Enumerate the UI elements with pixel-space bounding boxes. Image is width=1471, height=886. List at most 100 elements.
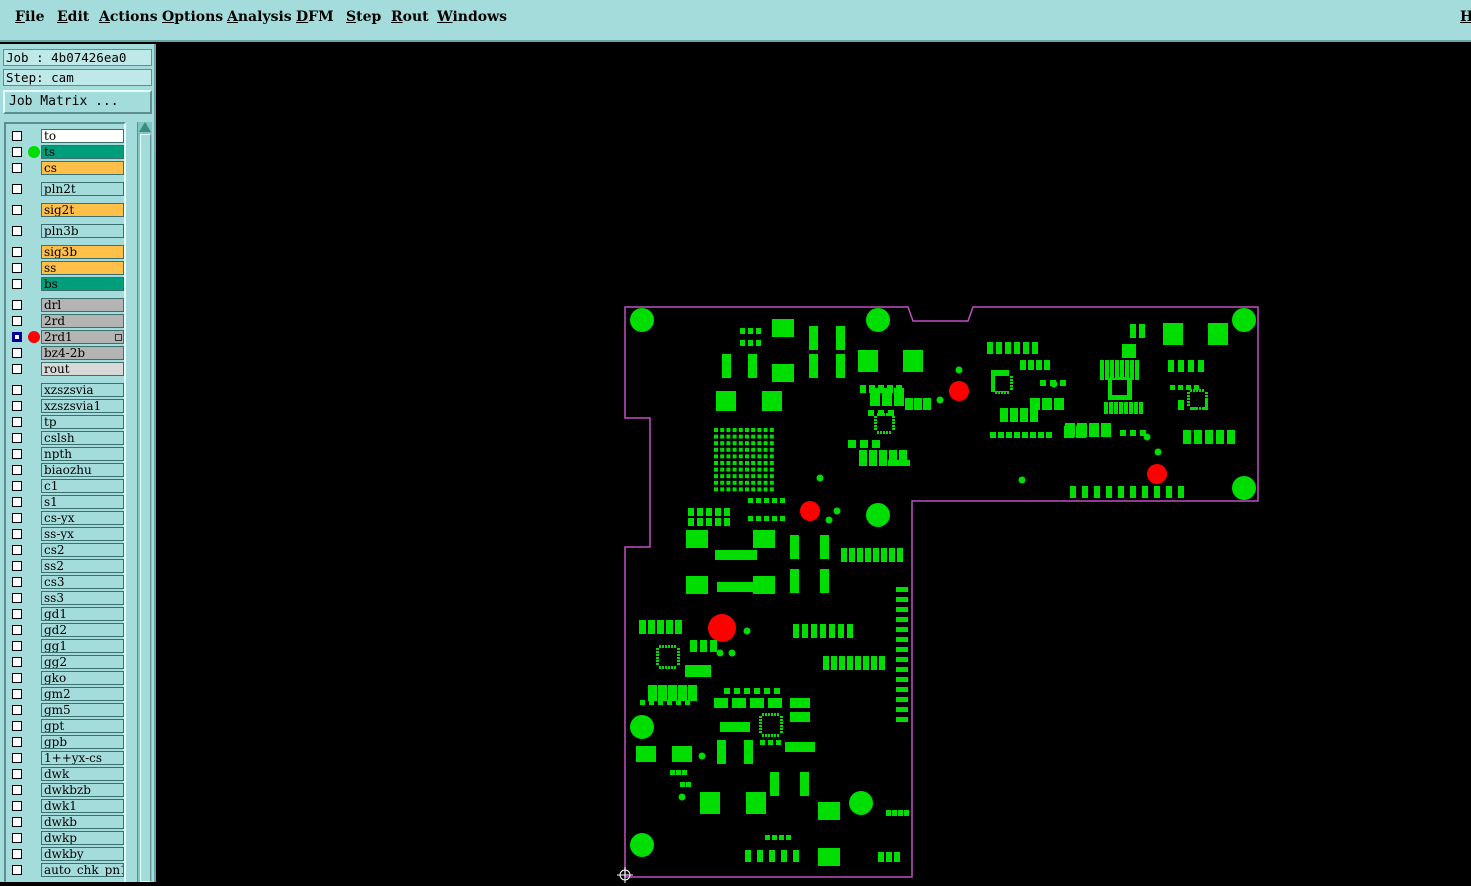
- layer-name[interactable]: c1: [41, 479, 124, 493]
- layer-row[interactable]: ss: [6, 260, 124, 276]
- menu-dfm[interactable]: DFM: [296, 9, 334, 25]
- layer-row[interactable]: bs: [6, 276, 124, 292]
- layer-row[interactable]: cs2: [6, 542, 124, 558]
- layer-row[interactable]: bz4-2b: [6, 345, 124, 361]
- layer-list-scrollbar[interactable]: [137, 122, 152, 882]
- layer-name[interactable]: gko: [41, 671, 124, 685]
- layer-checkbox[interactable]: [12, 609, 22, 619]
- layer-checkbox[interactable]: [12, 833, 22, 843]
- layer-checkbox[interactable]: [12, 385, 22, 395]
- layer-row[interactable]: to: [6, 128, 124, 144]
- layer-row[interactable]: gg2: [6, 654, 124, 670]
- layer-row[interactable]: dwk1: [6, 798, 124, 814]
- layer-name[interactable]: ss: [41, 261, 124, 275]
- layer-row[interactable]: biaozhu: [6, 462, 124, 478]
- layer-name[interactable]: gm5: [41, 703, 124, 717]
- layer-row[interactable]: cslsh: [6, 430, 124, 446]
- layer-name[interactable]: gd2: [41, 623, 124, 637]
- layer-name[interactable]: rout: [41, 362, 124, 376]
- layer-name[interactable]: ss2: [41, 559, 124, 573]
- layer-checkbox[interactable]: [12, 737, 22, 747]
- layer-row[interactable]: ts: [6, 144, 124, 160]
- menu-step[interactable]: Step: [346, 9, 381, 25]
- layer-name[interactable]: pln3b: [41, 224, 124, 238]
- layer-checkbox[interactable]: [12, 449, 22, 459]
- layer-checkbox[interactable]: [12, 163, 22, 173]
- layer-checkbox[interactable]: [12, 332, 22, 342]
- menu-windows[interactable]: Windows: [437, 9, 507, 25]
- layer-checkbox[interactable]: [12, 147, 22, 157]
- layer-checkbox[interactable]: [12, 641, 22, 651]
- layer-checkbox[interactable]: [12, 348, 22, 358]
- layer-name[interactable]: dwkp: [41, 831, 124, 845]
- layer-checkbox[interactable]: [12, 529, 22, 539]
- layer-name[interactable]: cs3: [41, 575, 124, 589]
- layer-name[interactable]: 2rd1: [41, 330, 124, 344]
- layer-name[interactable]: dwkbzb: [41, 783, 124, 797]
- layer-row[interactable]: 2rd: [6, 313, 124, 329]
- layer-row[interactable]: ss-yx: [6, 526, 124, 542]
- layer-row[interactable]: gm2: [6, 686, 124, 702]
- layer-name[interactable]: pln2t: [41, 182, 124, 196]
- layer-row[interactable]: cs3: [6, 574, 124, 590]
- layer-name[interactable]: dwk: [41, 767, 124, 781]
- layer-name[interactable]: biaozhu: [41, 463, 124, 477]
- layer-checkbox[interactable]: [12, 279, 22, 289]
- layer-row[interactable]: sig2t: [6, 202, 124, 218]
- menu-help[interactable]: H: [1460, 9, 1471, 25]
- layer-checkbox[interactable]: [12, 705, 22, 715]
- layer-name[interactable]: ts: [41, 145, 124, 159]
- layer-row[interactable]: drl: [6, 297, 124, 313]
- layer-checkbox[interactable]: [12, 801, 22, 811]
- layer-checkbox[interactable]: [12, 465, 22, 475]
- scrollbar-thumb[interactable]: [140, 134, 151, 882]
- layer-row[interactable]: gpt: [6, 718, 124, 734]
- layer-row[interactable]: gg1: [6, 638, 124, 654]
- scroll-up-arrow-icon[interactable]: [139, 122, 151, 132]
- layer-name[interactable]: dwkby: [41, 847, 124, 861]
- layer-checkbox[interactable]: [12, 513, 22, 523]
- layer-row[interactable]: gpb: [6, 734, 124, 750]
- layer-checkbox[interactable]: [12, 481, 22, 491]
- layer-checkbox[interactable]: [12, 545, 22, 555]
- layer-name[interactable]: sig2t: [41, 203, 124, 217]
- layer-checkbox[interactable]: [12, 300, 22, 310]
- layer-checkbox[interactable]: [12, 316, 22, 326]
- layer-checkbox[interactable]: [12, 247, 22, 257]
- layer-row[interactable]: ss2: [6, 558, 124, 574]
- layer-name[interactable]: npth: [41, 447, 124, 461]
- layer-row[interactable]: 1++yx-cs: [6, 750, 124, 766]
- menu-analysis[interactable]: Analysis: [227, 9, 292, 25]
- layer-checkbox[interactable]: [12, 673, 22, 683]
- layer-name[interactable]: sig3b: [41, 245, 124, 259]
- layer-row[interactable]: s1: [6, 494, 124, 510]
- layer-checkbox[interactable]: [12, 865, 22, 875]
- layer-row[interactable]: rout: [6, 361, 124, 377]
- layer-name[interactable]: xzszsvia1: [41, 399, 124, 413]
- layer-name[interactable]: gpt: [41, 719, 124, 733]
- layer-name[interactable]: gm2: [41, 687, 124, 701]
- layer-row[interactable]: dwkby: [6, 846, 124, 862]
- layer-name[interactable]: ss-yx: [41, 527, 124, 541]
- layer-name[interactable]: 2rd: [41, 314, 124, 328]
- menu-file[interactable]: File: [15, 9, 45, 25]
- layer-checkbox[interactable]: [12, 689, 22, 699]
- layer-row[interactable]: gko: [6, 670, 124, 686]
- layer-checkbox[interactable]: [12, 753, 22, 763]
- layer-checkbox[interactable]: [12, 497, 22, 507]
- layer-name[interactable]: drl: [41, 298, 124, 312]
- layer-row[interactable]: 2rd1: [6, 329, 124, 345]
- layer-row[interactable]: ss3: [6, 590, 124, 606]
- layer-name[interactable]: 1++yx-cs: [41, 751, 124, 765]
- layer-row[interactable]: xzszsvia1: [6, 398, 124, 414]
- layer-name[interactable]: cslsh: [41, 431, 124, 445]
- layer-checkbox[interactable]: [12, 577, 22, 587]
- layer-name[interactable]: dwk1: [41, 799, 124, 813]
- layer-checkbox[interactable]: [12, 849, 22, 859]
- layer-checkbox[interactable]: [12, 721, 22, 731]
- layer-name[interactable]: gpb: [41, 735, 124, 749]
- layer-row[interactable]: pln3b: [6, 223, 124, 239]
- layer-row[interactable]: xzszsvia: [6, 382, 124, 398]
- layer-name[interactable]: cs: [41, 161, 124, 175]
- layer-row[interactable]: gd2: [6, 622, 124, 638]
